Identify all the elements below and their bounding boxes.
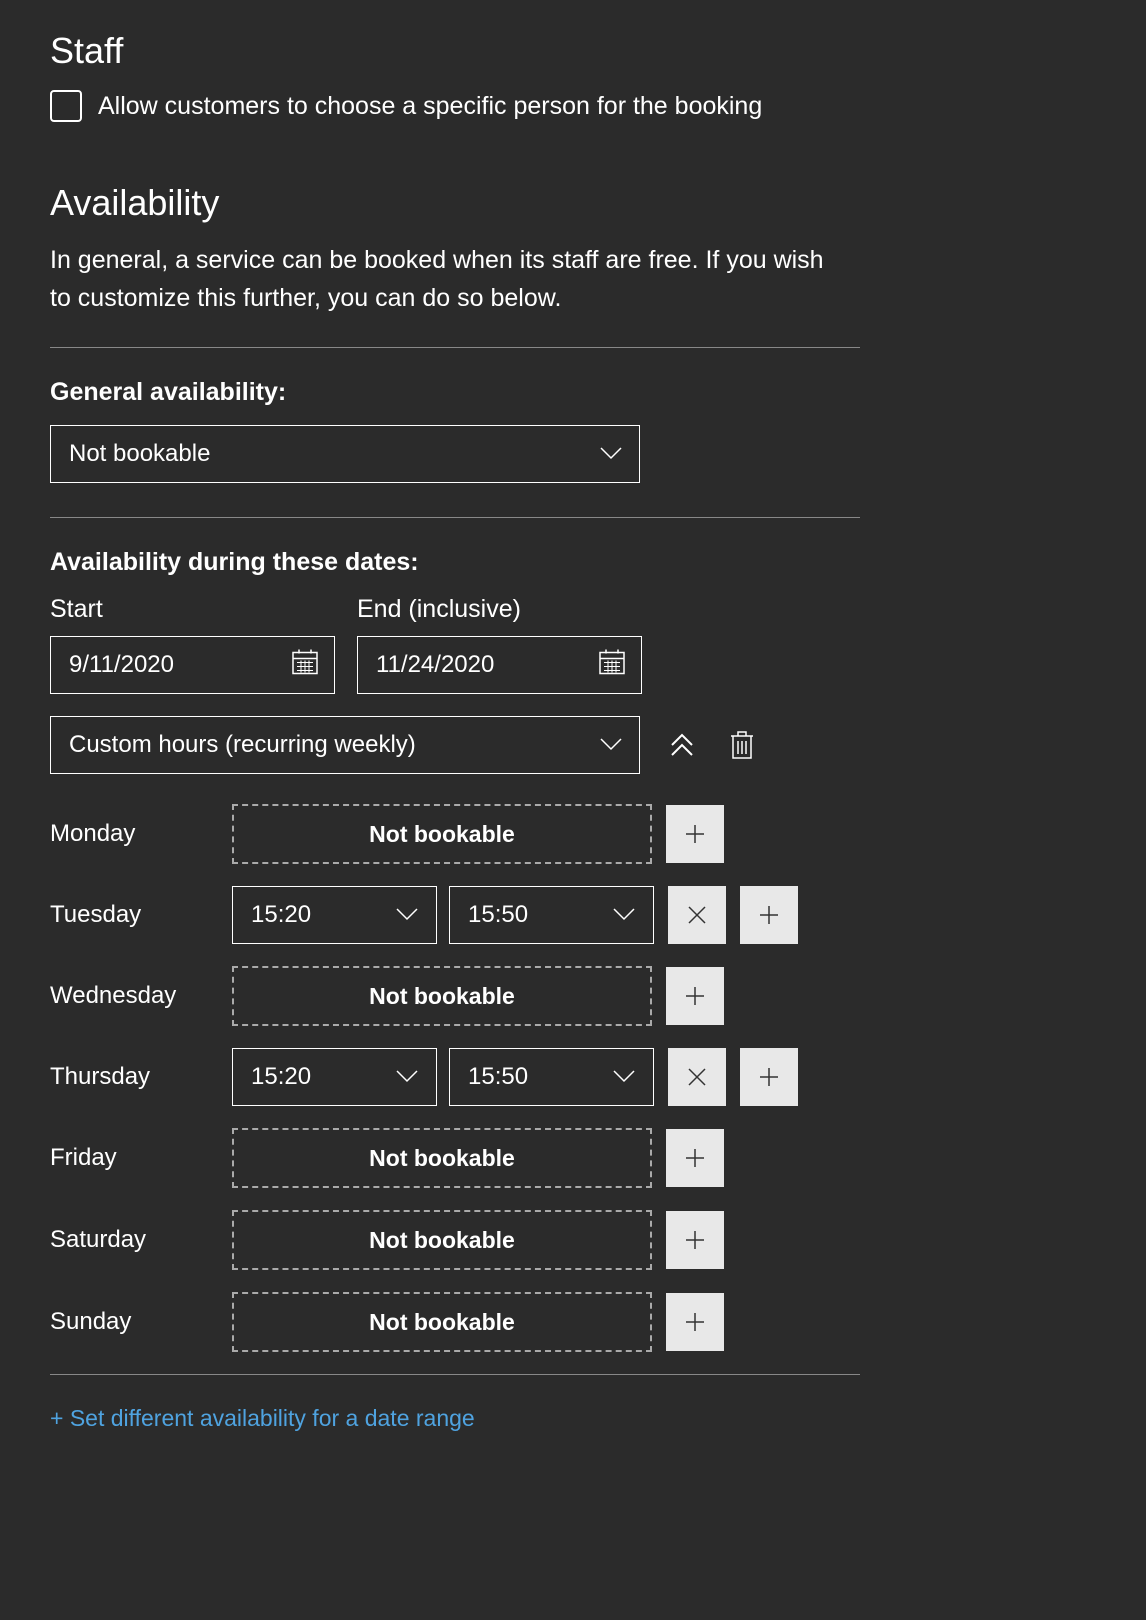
start-time-value: 15:20 — [251, 901, 311, 928]
start-time-value: 15:20 — [251, 1063, 311, 1090]
plus-icon — [684, 1147, 706, 1169]
day-row: Friday Not bookable — [50, 1128, 1096, 1188]
divider — [50, 1374, 860, 1375]
hours-type-value: Custom hours (recurring weekly) — [69, 731, 416, 759]
day-row: Sunday Not bookable — [50, 1292, 1096, 1352]
trash-icon — [729, 730, 755, 760]
end-date-input[interactable]: 11/24/2020 — [357, 636, 642, 694]
plus-icon — [758, 904, 780, 926]
start-date-input[interactable]: 9/11/2020 — [50, 636, 335, 694]
double-chevron-up-icon — [668, 731, 696, 759]
end-time-value: 15:50 — [468, 1063, 528, 1090]
day-label: Tuesday — [50, 901, 218, 929]
plus-icon — [684, 823, 706, 845]
plus-icon — [684, 985, 706, 1007]
time-pair: 15:20 15:50 — [232, 1048, 654, 1106]
add-time-button[interactable] — [666, 805, 724, 863]
add-time-button[interactable] — [740, 886, 798, 944]
add-time-button[interactable] — [740, 1048, 798, 1106]
start-time-select[interactable]: 15:20 — [232, 886, 437, 944]
general-availability-value: Not bookable — [69, 440, 210, 468]
plus-icon — [758, 1066, 780, 1088]
not-bookable-box: Not bookable — [232, 1292, 652, 1352]
availability-dates-label: Availability during these dates: — [50, 548, 1096, 577]
remove-time-button[interactable] — [668, 886, 726, 944]
divider — [50, 347, 860, 348]
add-date-range-link[interactable]: + Set different availability for a date … — [50, 1405, 475, 1431]
end-date-label: End (inclusive) — [357, 595, 642, 624]
general-availability-label: General availability: — [50, 378, 1096, 407]
day-row: Thursday 15:20 15:50 — [50, 1048, 1096, 1106]
day-label: Thursday — [50, 1063, 218, 1091]
end-date-value: 11/24/2020 — [376, 651, 494, 678]
day-row: Monday Not bookable — [50, 804, 1096, 864]
chevron-down-icon — [613, 1070, 635, 1084]
day-label: Wednesday — [50, 982, 218, 1010]
add-time-button[interactable] — [666, 1129, 724, 1187]
not-bookable-box: Not bookable — [232, 1210, 652, 1270]
allow-choose-person-checkbox[interactable] — [50, 90, 82, 122]
not-bookable-box: Not bookable — [232, 1128, 652, 1188]
general-availability-select[interactable]: Not bookable — [50, 425, 640, 483]
chevron-down-icon — [613, 908, 635, 922]
close-icon — [686, 904, 708, 926]
availability-description: In general, a service can be booked when… — [50, 242, 850, 317]
add-time-button[interactable] — [666, 967, 724, 1025]
day-label: Friday — [50, 1144, 218, 1172]
day-row: Saturday Not bookable — [50, 1210, 1096, 1270]
allow-choose-person-label: Allow customers to choose a specific per… — [98, 92, 762, 121]
chevron-down-icon — [396, 908, 418, 922]
remove-time-button[interactable] — [668, 1048, 726, 1106]
day-row: Tuesday 15:20 15:50 — [50, 886, 1096, 944]
plus-icon — [684, 1229, 706, 1251]
start-date-value: 9/11/2020 — [69, 651, 174, 678]
not-bookable-box: Not bookable — [232, 804, 652, 864]
divider — [50, 517, 860, 518]
not-bookable-box: Not bookable — [232, 966, 652, 1026]
add-time-button[interactable] — [666, 1293, 724, 1351]
calendar-icon — [599, 649, 625, 682]
calendar-icon — [292, 649, 318, 682]
availability-heading: Availability — [50, 182, 1096, 224]
chevron-down-icon — [396, 1070, 418, 1084]
staff-heading: Staff — [50, 30, 1096, 72]
day-label: Saturday — [50, 1226, 218, 1254]
delete-button[interactable] — [724, 727, 760, 763]
collapse-button[interactable] — [664, 727, 700, 763]
add-time-button[interactable] — [666, 1211, 724, 1269]
plus-icon — [684, 1311, 706, 1333]
end-time-select[interactable]: 15:50 — [449, 886, 654, 944]
day-row: Wednesday Not bookable — [50, 966, 1096, 1026]
hours-type-select[interactable]: Custom hours (recurring weekly) — [50, 716, 640, 774]
day-label: Sunday — [50, 1308, 218, 1336]
end-time-select[interactable]: 15:50 — [449, 1048, 654, 1106]
start-time-select[interactable]: 15:20 — [232, 1048, 437, 1106]
end-time-value: 15:50 — [468, 901, 528, 928]
close-icon — [686, 1066, 708, 1088]
time-pair: 15:20 15:50 — [232, 886, 654, 944]
start-date-label: Start — [50, 595, 335, 624]
day-label: Monday — [50, 820, 218, 848]
